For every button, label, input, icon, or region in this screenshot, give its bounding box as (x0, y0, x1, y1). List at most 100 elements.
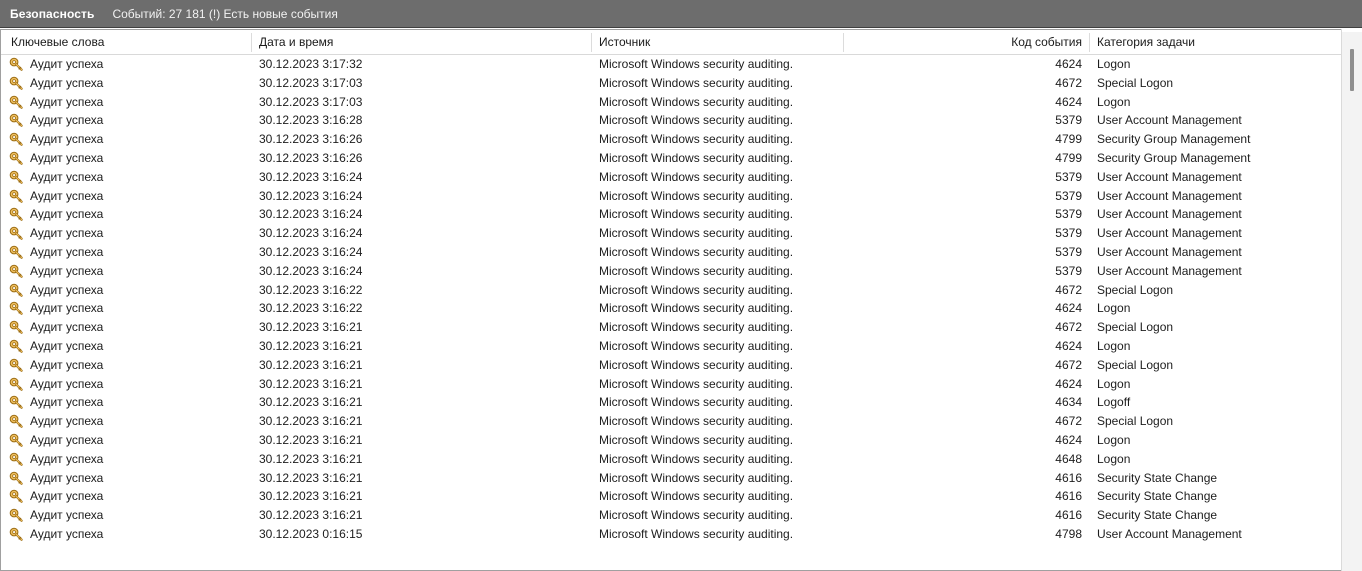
cell-event_id: 4799 (1055, 150, 1082, 165)
table-row[interactable]: Аудит успеха 30.12.2023 3:16:21 Microsoft … (1, 431, 1342, 450)
cell-task_category: Special Logon (1097, 414, 1174, 429)
column-separator-task_category[interactable] (1089, 33, 1090, 52)
cell-task_category: Special Logon (1097, 282, 1174, 297)
cell-task_category: User Account Management (1097, 226, 1242, 241)
table-row[interactable]: Аудит успеха 30.12.2023 3:16:28 Microsoft … (1, 111, 1342, 130)
cell-task_category: User Account Management (1097, 169, 1242, 184)
cell-event_id: 4672 (1055, 282, 1082, 297)
table-row[interactable]: Аудит успеха 30.12.2023 3:16:26 Microsoft … (1, 130, 1342, 149)
event-list-viewport: Ключевые слова Дата и время Источник Код со… (1, 30, 1342, 570)
table-row[interactable]: Аудит успеха 30.12.2023 3:16:21 Microsoft … (1, 487, 1342, 506)
cell-source: Microsoft Windows security auditing. (599, 451, 794, 466)
event-viewer-log-pane: Безопасность Событий: 27 181 (!) Есть но… (0, 0, 1362, 571)
column-header-row[interactable]: Ключевые слова Дата и время Источник Код со… (1, 30, 1342, 55)
event-rows[interactable]: Аудит успеха 30.12.2023 3:17:32 Microsoft … (1, 55, 1342, 544)
table-row[interactable]: Аудит успеха 30.12.2023 3:16:22 Microsoft … (1, 299, 1342, 318)
cell-keywords: Аудит успеха (30, 169, 104, 184)
cell-source: Microsoft Windows security auditing. (599, 226, 794, 241)
cell-event_id: 5379 (1055, 169, 1082, 184)
cell-keywords: Аудит успеха (30, 526, 104, 541)
column-header-task_category[interactable]: Категория задачи (1097, 30, 1339, 54)
table-row[interactable]: Аудит успеха 30.12.2023 3:16:22 Microsoft … (1, 281, 1342, 300)
cell-source: Microsoft Windows security auditing. (599, 320, 794, 335)
cell-event_id: 5379 (1055, 226, 1082, 241)
cell-source: Microsoft Windows security auditing. (599, 338, 794, 353)
cell-event_id: 5379 (1055, 113, 1082, 128)
table-row[interactable]: Аудит успеха 30.12.2023 3:16:24 Microsoft … (1, 224, 1342, 243)
cell-datetime: 30.12.2023 3:16:21 (259, 432, 363, 447)
cell-datetime: 30.12.2023 3:16:21 (259, 414, 363, 429)
column-separator-event_id[interactable] (843, 33, 844, 52)
table-row[interactable]: Аудит успеха 30.12.2023 3:16:21 Microsoft … (1, 450, 1342, 469)
column-header-source[interactable]: Источник (599, 30, 839, 54)
table-row[interactable]: Аудит успеха 30.12.2023 3:16:24 Microsoft … (1, 262, 1342, 281)
cell-task_category: Security State Change (1097, 489, 1218, 504)
cell-task_category: Special Logon (1097, 75, 1174, 90)
table-row[interactable]: Аудит успеха 30.12.2023 3:16:24 Microsoft … (1, 243, 1342, 262)
table-row[interactable]: Аудит успеха 30.12.2023 3:17:32 Microsoft … (1, 55, 1342, 74)
cell-source: Microsoft Windows security auditing. (599, 282, 794, 297)
event-list[interactable]: Ключевые слова Дата и время Источник Код со… (0, 29, 1362, 571)
table-row[interactable]: Аудит успеха 30.12.2023 3:16:21 Microsoft … (1, 318, 1342, 337)
table-row[interactable]: Аудит успеха 30.12.2023 3:16:21 Microsoft … (1, 412, 1342, 431)
cell-task_category: Security State Change (1097, 508, 1218, 523)
cell-keywords: Аудит успеха (30, 282, 104, 297)
cell-source: Microsoft Windows security auditing. (599, 508, 794, 523)
cell-task_category: Security Group Management (1097, 150, 1251, 165)
cell-task_category: User Account Management (1097, 207, 1242, 222)
table-row[interactable]: Аудит успеха 30.12.2023 3:16:21 Microsoft … (1, 393, 1342, 412)
table-row[interactable]: Аудит успеха 30.12.2023 0:16:15 Microsoft … (1, 525, 1342, 544)
table-row[interactable]: Аудит успеха 30.12.2023 3:16:26 Microsoft … (1, 149, 1342, 168)
column-header-datetime[interactable]: Дата и время (259, 30, 589, 54)
cell-source: Microsoft Windows security auditing. (599, 489, 794, 504)
column-header-event_id[interactable]: Код события (851, 30, 1087, 54)
cell-keywords: Аудит успеха (30, 263, 104, 278)
cell-event_id: 5379 (1055, 188, 1082, 203)
table-row[interactable]: Аудит успеха 30.12.2023 3:16:24 Microsoft … (1, 168, 1342, 187)
table-row[interactable]: Аудит успеха 30.12.2023 3:17:03 Microsoft … (1, 74, 1342, 93)
cell-task_category: User Account Management (1097, 113, 1242, 128)
cell-datetime: 30.12.2023 3:16:24 (259, 207, 363, 222)
table-row[interactable]: Аудит успеха 30.12.2023 3:16:21 Microsoft … (1, 356, 1342, 375)
column-separator-source[interactable] (591, 33, 592, 52)
table-row[interactable]: Аудит успеха 30.12.2023 3:16:21 Microsoft … (1, 469, 1342, 488)
cell-source: Microsoft Windows security auditing. (599, 526, 794, 541)
table-row[interactable]: Аудит успеха 30.12.2023 3:16:24 Microsoft … (1, 187, 1342, 206)
cell-task_category: Special Logon (1097, 320, 1174, 335)
cell-source: Microsoft Windows security auditing. (599, 75, 794, 90)
cell-keywords: Аудит успеха (30, 320, 104, 335)
cell-keywords: Аудит успеха (30, 226, 104, 241)
cell-source: Microsoft Windows security auditing. (599, 169, 794, 184)
table-row[interactable]: Аудит успеха 30.12.2023 3:16:21 Microsoft … (1, 375, 1342, 394)
cell-event_id: 4624 (1055, 432, 1082, 447)
cell-source: Microsoft Windows security auditing. (599, 357, 794, 372)
column-header-keywords[interactable]: Ключевые слова (11, 30, 247, 54)
cell-source: Microsoft Windows security auditing. (599, 188, 794, 203)
cell-datetime: 30.12.2023 3:16:22 (259, 301, 363, 316)
cell-source: Microsoft Windows security auditing. (599, 301, 794, 316)
cell-event_id: 4624 (1055, 376, 1082, 391)
cell-task_category: Logon (1097, 94, 1131, 109)
cell-task_category: Logon (1097, 57, 1131, 71)
cell-event_id: 4616 (1055, 508, 1082, 523)
cell-datetime: 30.12.2023 3:16:21 (259, 489, 363, 504)
cell-datetime: 30.12.2023 3:16:24 (259, 188, 363, 203)
cell-datetime: 30.12.2023 3:16:21 (259, 320, 363, 335)
cell-event_id: 4672 (1055, 414, 1082, 429)
cell-source: Microsoft Windows security auditing. (599, 94, 794, 109)
vertical-scrollbar[interactable] (1341, 29, 1362, 571)
cell-source: Microsoft Windows security auditing. (599, 207, 794, 222)
table-row[interactable]: Аудит успеха 30.12.2023 3:16:21 Microsoft … (1, 337, 1342, 356)
cell-keywords: Аудит успеха (30, 94, 104, 109)
cell-datetime: 30.12.2023 3:17:03 (259, 94, 363, 109)
cell-datetime: 30.12.2023 3:16:21 (259, 470, 363, 485)
cell-event_id: 4624 (1055, 338, 1082, 353)
table-row[interactable]: Аудит успеха 30.12.2023 3:17:03 Microsoft … (1, 93, 1342, 112)
column-separator-datetime[interactable] (251, 33, 252, 52)
cell-event_id: 4648 (1055, 451, 1082, 466)
table-row[interactable]: Аудит успеха 30.12.2023 3:16:21 Microsoft … (1, 506, 1342, 525)
cell-event_id: 4616 (1055, 489, 1082, 504)
scrollbar-thumb[interactable] (1350, 49, 1354, 91)
cell-keywords: Аудит успеха (30, 57, 104, 71)
table-row[interactable]: Аудит успеха 30.12.2023 3:16:24 Microsoft … (1, 205, 1342, 224)
